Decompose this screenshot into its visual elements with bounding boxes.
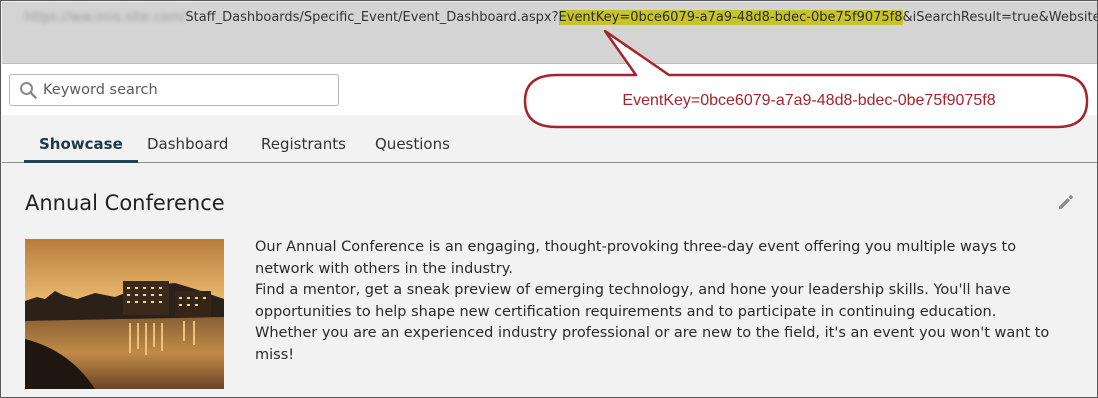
event-title: Annual Conference: [25, 191, 225, 215]
tab-registrants[interactable]: Registrants: [246, 127, 361, 163]
pencil-icon[interactable]: [1057, 193, 1075, 211]
description-paragraph: Find a mentor, get a sneak preview of em…: [255, 282, 1011, 320]
screenshot-frame: https://ww.imis.site.com/Staff_Dashboard…: [0, 0, 1098, 398]
tab-showcase[interactable]: Showcase: [24, 127, 138, 163]
keyword-search-box[interactable]: [9, 74, 339, 106]
callout-text: EventKey=0bce6079-a7a9-48d8-bdec-0be75f9…: [622, 92, 996, 109]
url-prefix: https://ww.imis.site.com/: [24, 10, 186, 25]
event-description: Our Annual Conference is an engaging, th…: [255, 237, 1075, 366]
url-event-key-highlight: EventKey=0bce6079-a7a9-48d8-bdec-0be75f9…: [558, 10, 903, 25]
search-icon: [20, 82, 37, 99]
url-path: Staff_Dashboards/Specific_Event/Event_Da…: [185, 10, 559, 25]
event-photo: [25, 239, 224, 389]
tab-questions[interactable]: Questions: [360, 127, 465, 163]
browser-address-bar[interactable]: https://ww.imis.site.com/Staff_Dashboard…: [2, 2, 1098, 64]
url-suffix: &iSearchResult=true&WebsiteKey=4243c: [902, 10, 1098, 25]
description-paragraph: Our Annual Conference is an engaging, th…: [255, 239, 1017, 277]
tab-dashboard[interactable]: Dashboard: [132, 127, 243, 163]
search-input[interactable]: [43, 82, 313, 98]
url-text[interactable]: https://ww.imis.site.com/Staff_Dashboard…: [24, 8, 1098, 28]
description-paragraph: Whether you are an experienced industry …: [255, 325, 1050, 363]
